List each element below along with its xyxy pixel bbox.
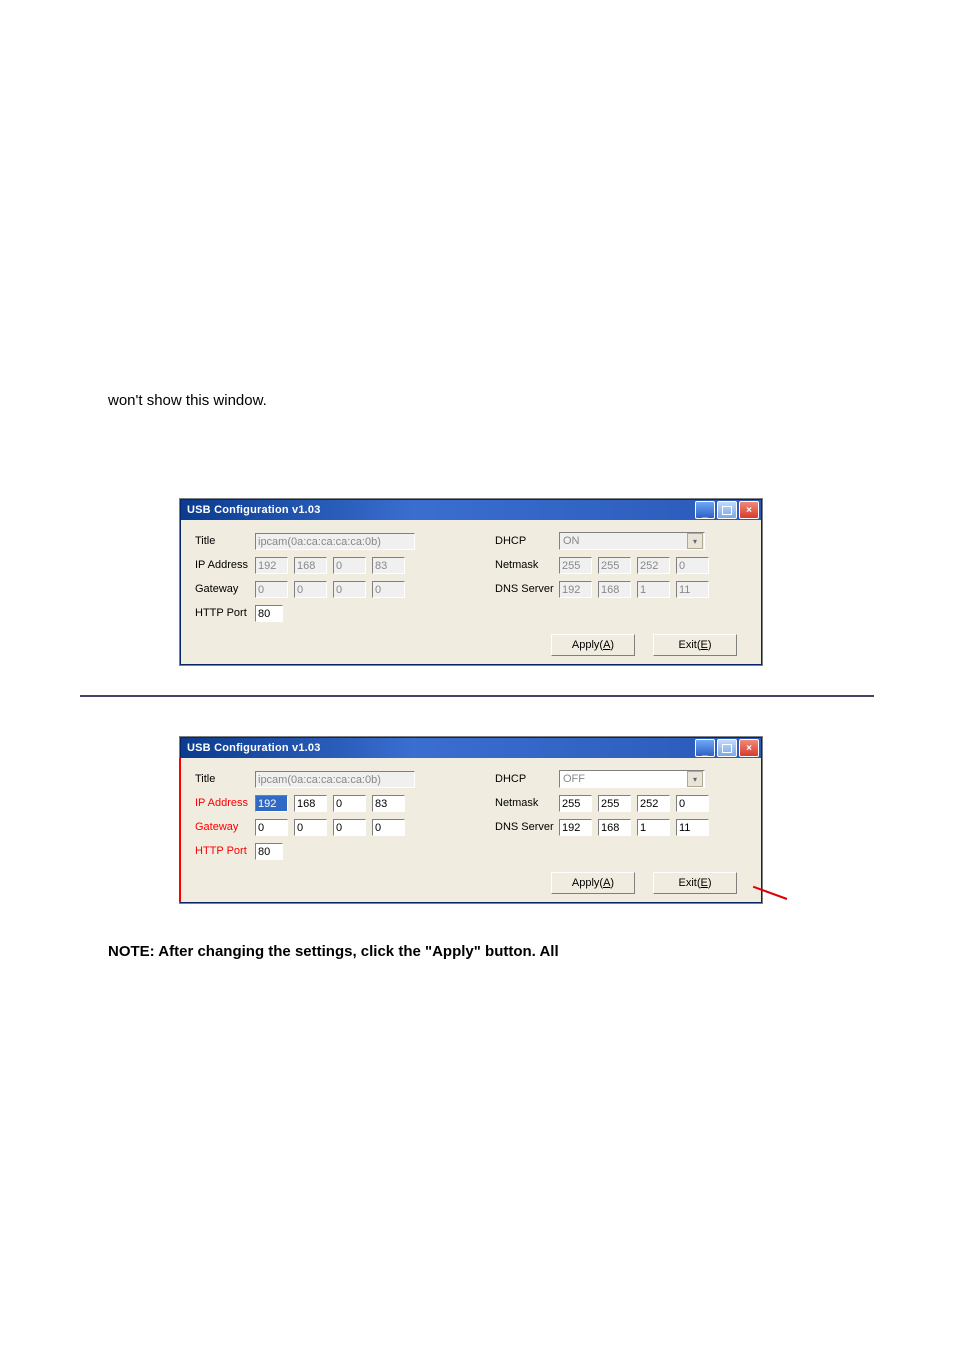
window-title: USB Configuration v1.03 bbox=[187, 504, 695, 516]
dns-octet-2: 168 bbox=[598, 581, 631, 598]
dns-octet-3: 1 bbox=[637, 581, 670, 598]
label-gateway: Gateway bbox=[195, 583, 255, 595]
label-title: Title bbox=[195, 773, 255, 785]
section-divider bbox=[80, 695, 874, 697]
nm-octet-3[interactable]: 252 bbox=[637, 795, 670, 812]
dns-octet-4: 11 bbox=[676, 581, 709, 598]
dns-octet-1[interactable]: 192 bbox=[559, 819, 592, 836]
usb-config-window-2: USB Configuration v1.03 _ × Title ipcam(… bbox=[180, 737, 762, 903]
dhcp-select[interactable]: ON ▾ bbox=[559, 532, 705, 550]
exit-button[interactable]: Exit(E) bbox=[653, 634, 737, 656]
close-button[interactable]: × bbox=[739, 739, 759, 757]
body-text: won't show this window. bbox=[108, 392, 954, 409]
dhcp-value: OFF bbox=[563, 773, 585, 785]
maximize-button[interactable] bbox=[717, 501, 737, 519]
gw-octet-1: 0 bbox=[255, 581, 288, 598]
usb-config-window-1: USB Configuration v1.03 _ × Title ipcam(… bbox=[180, 499, 762, 665]
dns-octet-1: 192 bbox=[559, 581, 592, 598]
gw-octet-3: 0 bbox=[333, 581, 366, 598]
apply-button[interactable]: Apply(A) bbox=[551, 872, 635, 894]
titlebar[interactable]: USB Configuration v1.03 _ × bbox=[181, 500, 761, 520]
ip-octet-3[interactable]: 0 bbox=[333, 795, 366, 812]
minimize-button[interactable]: _ bbox=[695, 739, 715, 757]
dhcp-value: ON bbox=[563, 535, 580, 547]
httpport-field[interactable]: 80 bbox=[255, 843, 283, 860]
gw-octet-4: 0 bbox=[372, 581, 405, 598]
chevron-down-icon: ▾ bbox=[687, 533, 703, 549]
ip-octet-3: 0 bbox=[333, 557, 366, 574]
httpport-field[interactable]: 80 bbox=[255, 605, 283, 622]
ip-octet-4[interactable]: 83 bbox=[372, 795, 405, 812]
maximize-button[interactable] bbox=[717, 739, 737, 757]
nm-octet-1[interactable]: 255 bbox=[559, 795, 592, 812]
title-field: ipcam(0a:ca:ca:ca:ca:0b) bbox=[255, 533, 415, 550]
dns-octet-3[interactable]: 1 bbox=[637, 819, 670, 836]
close-button[interactable]: × bbox=[739, 501, 759, 519]
minimize-button[interactable]: _ bbox=[695, 501, 715, 519]
nm-octet-2: 255 bbox=[598, 557, 631, 574]
nm-octet-3: 252 bbox=[637, 557, 670, 574]
window-title: USB Configuration v1.03 bbox=[187, 742, 695, 754]
ip-octet-1[interactable]: 192 bbox=[255, 795, 288, 812]
title-field: ipcam(0a:ca:ca:ca:ca:0b) bbox=[255, 771, 415, 788]
nm-octet-2[interactable]: 255 bbox=[598, 795, 631, 812]
ip-octet-1: 192 bbox=[255, 557, 288, 574]
chevron-down-icon: ▾ bbox=[687, 771, 703, 787]
label-httpport: HTTP Port bbox=[195, 845, 255, 857]
label-ip: IP Address bbox=[195, 797, 255, 809]
gw-octet-2[interactable]: 0 bbox=[294, 819, 327, 836]
label-netmask: Netmask bbox=[495, 797, 559, 809]
apply-button[interactable]: Apply(A) bbox=[551, 634, 635, 656]
label-httpport: HTTP Port bbox=[195, 607, 255, 619]
label-dns: DNS Server bbox=[495, 821, 559, 833]
label-dns: DNS Server bbox=[495, 583, 559, 595]
titlebar[interactable]: USB Configuration v1.03 _ × bbox=[181, 738, 761, 758]
note-text: NOTE: After changing the settings, click… bbox=[108, 943, 954, 960]
nm-octet-4: 0 bbox=[676, 557, 709, 574]
label-netmask: Netmask bbox=[495, 559, 559, 571]
exit-button[interactable]: Exit(E) bbox=[653, 872, 737, 894]
dhcp-select[interactable]: OFF ▾ bbox=[559, 770, 705, 788]
label-dhcp: DHCP bbox=[495, 773, 559, 785]
gw-octet-2: 0 bbox=[294, 581, 327, 598]
label-ip: IP Address bbox=[195, 559, 255, 571]
dns-octet-2[interactable]: 168 bbox=[598, 819, 631, 836]
ip-octet-2: 168 bbox=[294, 557, 327, 574]
ip-octet-2[interactable]: 168 bbox=[294, 795, 327, 812]
dns-octet-4[interactable]: 11 bbox=[676, 819, 709, 836]
gw-octet-4[interactable]: 0 bbox=[372, 819, 405, 836]
nm-octet-4[interactable]: 0 bbox=[676, 795, 709, 812]
nm-octet-1: 255 bbox=[559, 557, 592, 574]
gw-octet-3[interactable]: 0 bbox=[333, 819, 366, 836]
label-title: Title bbox=[195, 535, 255, 547]
label-gateway: Gateway bbox=[195, 821, 255, 833]
gw-octet-1[interactable]: 0 bbox=[255, 819, 288, 836]
ip-octet-4: 83 bbox=[372, 557, 405, 574]
label-dhcp: DHCP bbox=[495, 535, 559, 547]
